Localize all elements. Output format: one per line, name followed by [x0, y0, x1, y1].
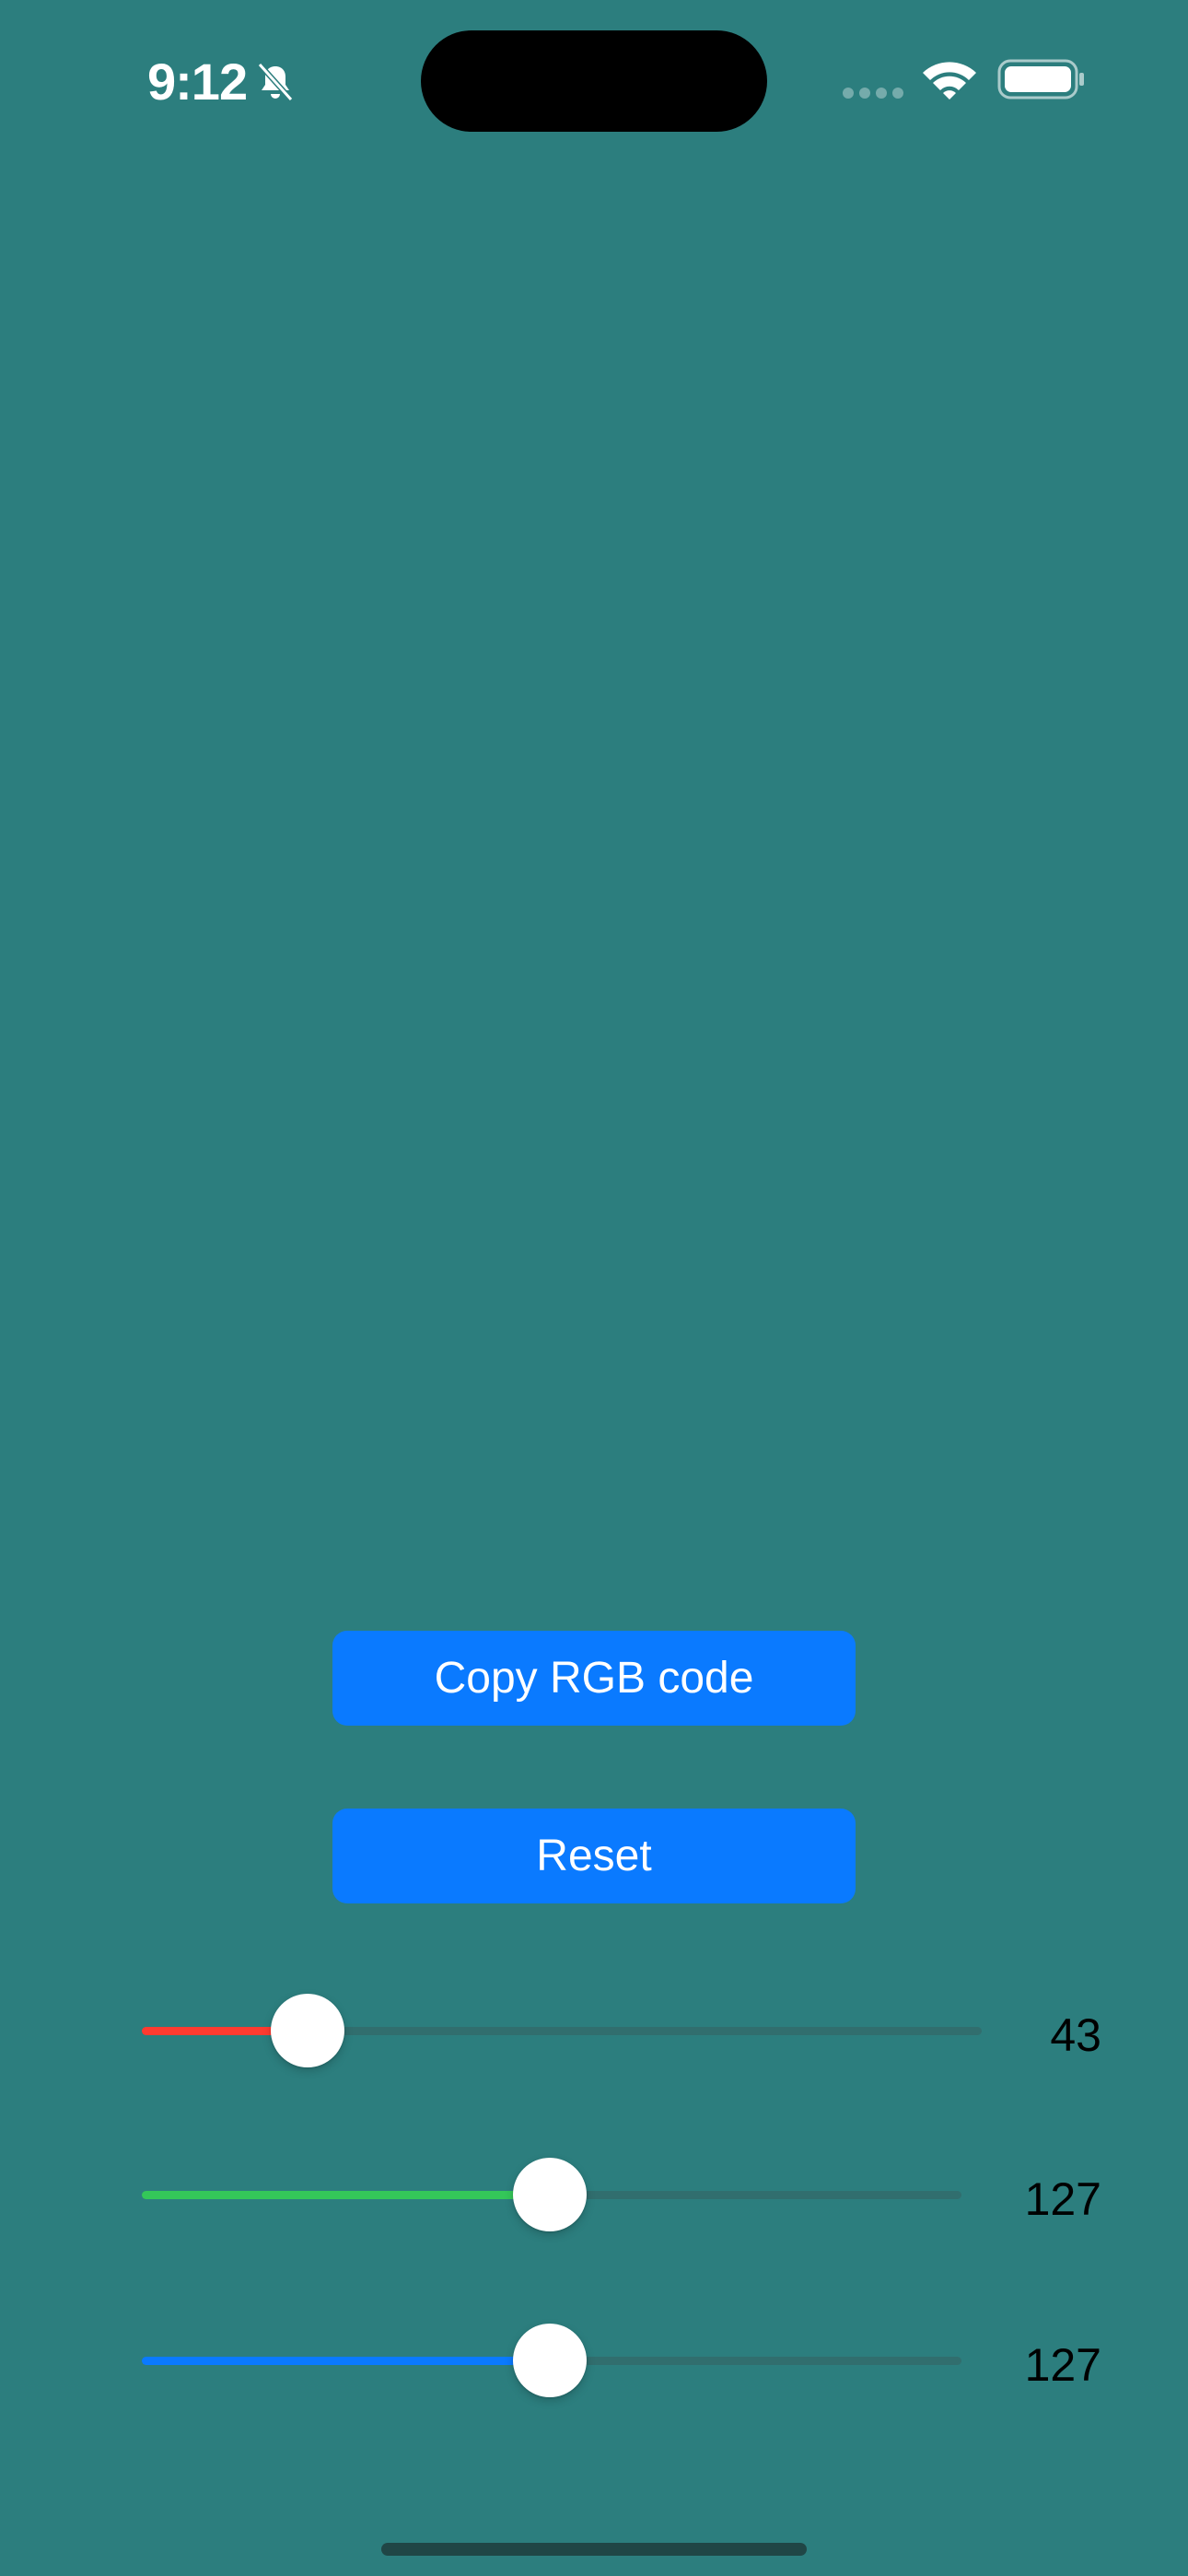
green-slider-thumb[interactable]	[513, 2158, 588, 2231]
dynamic-island	[421, 30, 767, 132]
green-value-label: 127	[1024, 2173, 1101, 2225]
status-time: 9:12	[147, 53, 248, 111]
red-value-label: 43	[1050, 2009, 1101, 2061]
bell-slash-icon	[257, 62, 294, 102]
blue-slider-fill	[142, 2357, 551, 2365]
red-slider-thumb[interactable]	[271, 1994, 345, 2067]
red-slider: 43	[138, 1985, 1114, 2077]
home-indicator	[381, 2543, 807, 2556]
blue-slider: 127	[138, 2314, 1114, 2406]
signal-icon	[843, 88, 903, 99]
battery-icon	[997, 59, 1084, 100]
blue-slider-thumb[interactable]	[513, 2324, 588, 2397]
wifi-icon	[923, 62, 976, 100]
green-slider: 127	[138, 2149, 1114, 2241]
status-bar: 9:12	[0, 0, 1188, 166]
reset-button[interactable]: Reset	[332, 1809, 856, 1903]
green-slider-fill	[142, 2191, 551, 2199]
copy-rgb-button[interactable]: Copy RGB code	[332, 1631, 856, 1726]
blue-value-label: 127	[1024, 2339, 1101, 2391]
